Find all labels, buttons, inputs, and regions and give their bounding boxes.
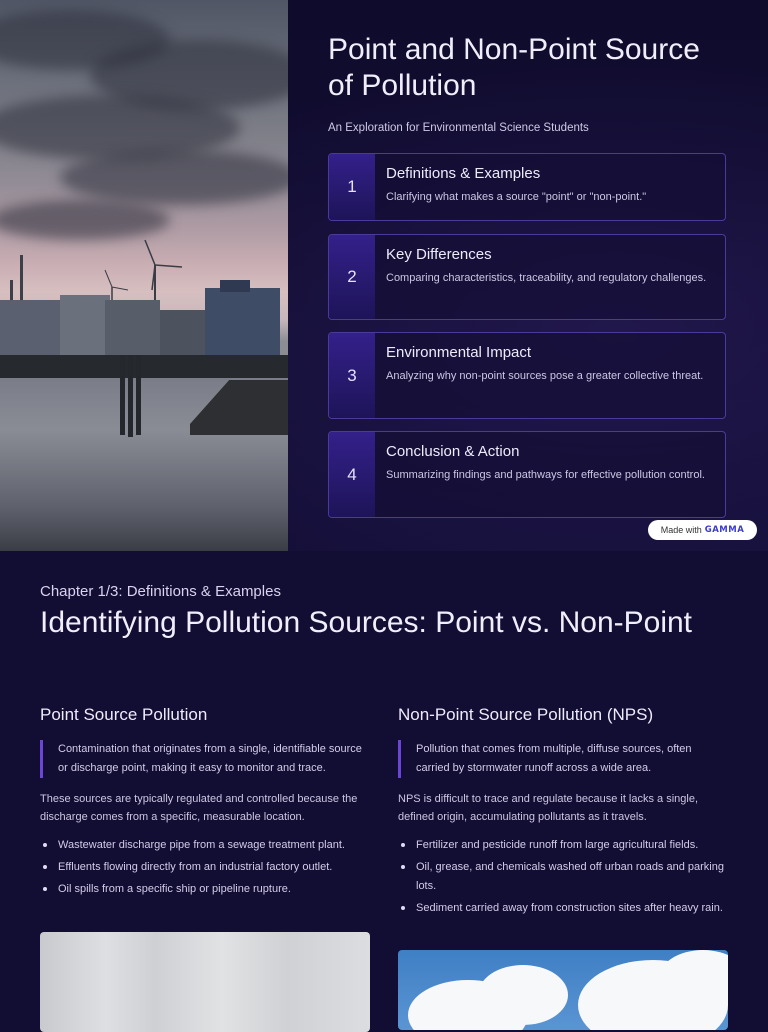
example-list: Fertilizer and pesticide runoff from lar… <box>398 836 728 918</box>
agenda-description: Analyzing why non-point sources pose a g… <box>386 370 704 382</box>
agenda-description: Summarizing findings and pathways for ef… <box>386 469 705 481</box>
list-item: Oil spills from a specific ship or pipel… <box>40 880 370 899</box>
industrial-harbor-photo <box>0 0 288 551</box>
definition-quote: Contamination that originates from a sin… <box>40 740 370 778</box>
agenda-card-1[interactable]: 1 Definitions & Examples Clarifying what… <box>328 153 726 221</box>
list-item: Sediment carried away from construction … <box>398 899 728 918</box>
chapter-label: Chapter 1/3: Definitions & Examples <box>40 583 281 600</box>
sky-clouds-image <box>398 950 728 1030</box>
agenda-card-2[interactable]: 2 Key Differences Comparing characterist… <box>328 234 726 320</box>
agenda-number: 3 <box>329 333 375 418</box>
agenda-description: Comparing characteristics, traceability,… <box>386 272 707 284</box>
column-paragraph: These sources are typically regulated an… <box>40 793 358 823</box>
discharge-pipe-image <box>40 932 370 1032</box>
definition-quote: Pollution that comes from multiple, diff… <box>398 740 728 778</box>
agenda-description: Clarifying what makes a source "point" o… <box>386 191 647 203</box>
list-item: Wastewater discharge pipe from a sewage … <box>40 836 370 855</box>
column-title: Non-Point Source Pollution (NPS) <box>398 705 654 724</box>
agenda-title: Environmental Impact <box>386 344 532 361</box>
title-slide: Point and Non-Point Source of Pollution … <box>0 0 768 551</box>
deck-subtitle: An Exploration for Environmental Science… <box>328 122 589 134</box>
deck-title: Point and Non-Point Source of Pollution <box>328 33 700 102</box>
non-point-source-column: Non-Point Source Pollution (NPS) Polluti… <box>398 705 728 921</box>
agenda-number: 1 <box>329 154 375 220</box>
example-list: Wastewater discharge pipe from a sewage … <box>40 836 370 899</box>
made-with-gamma-badge[interactable]: Made with GAMMA <box>648 520 757 540</box>
agenda-number: 4 <box>329 432 375 517</box>
list-item: Fertilizer and pesticide runoff from lar… <box>398 836 728 855</box>
list-item: Oil, grease, and chemicals washed off ur… <box>398 858 728 896</box>
agenda-card-4[interactable]: 4 Conclusion & Action Summarizing findin… <box>328 431 726 518</box>
definitions-slide: Chapter 1/3: Definitions & Examples Iden… <box>0 551 768 1032</box>
agenda-title: Definitions & Examples <box>386 165 541 182</box>
agenda-number: 2 <box>329 235 375 319</box>
agenda-card-3[interactable]: 3 Environmental Impact Analyzing why non… <box>328 332 726 419</box>
list-item: Effluents flowing directly from an indus… <box>40 858 370 877</box>
badge-prefix: Made with <box>660 525 702 535</box>
agenda-title: Key Differences <box>386 246 492 263</box>
section-heading: Identifying Pollution Sources: Point vs.… <box>40 606 693 639</box>
agenda-title: Conclusion & Action <box>386 443 520 460</box>
point-source-column: Point Source Pollution Contamination tha… <box>40 705 370 902</box>
column-paragraph: NPS is difficult to trace and regulate b… <box>398 793 699 823</box>
column-title: Point Source Pollution <box>40 705 208 724</box>
gamma-logo: GAMMA <box>704 525 745 535</box>
